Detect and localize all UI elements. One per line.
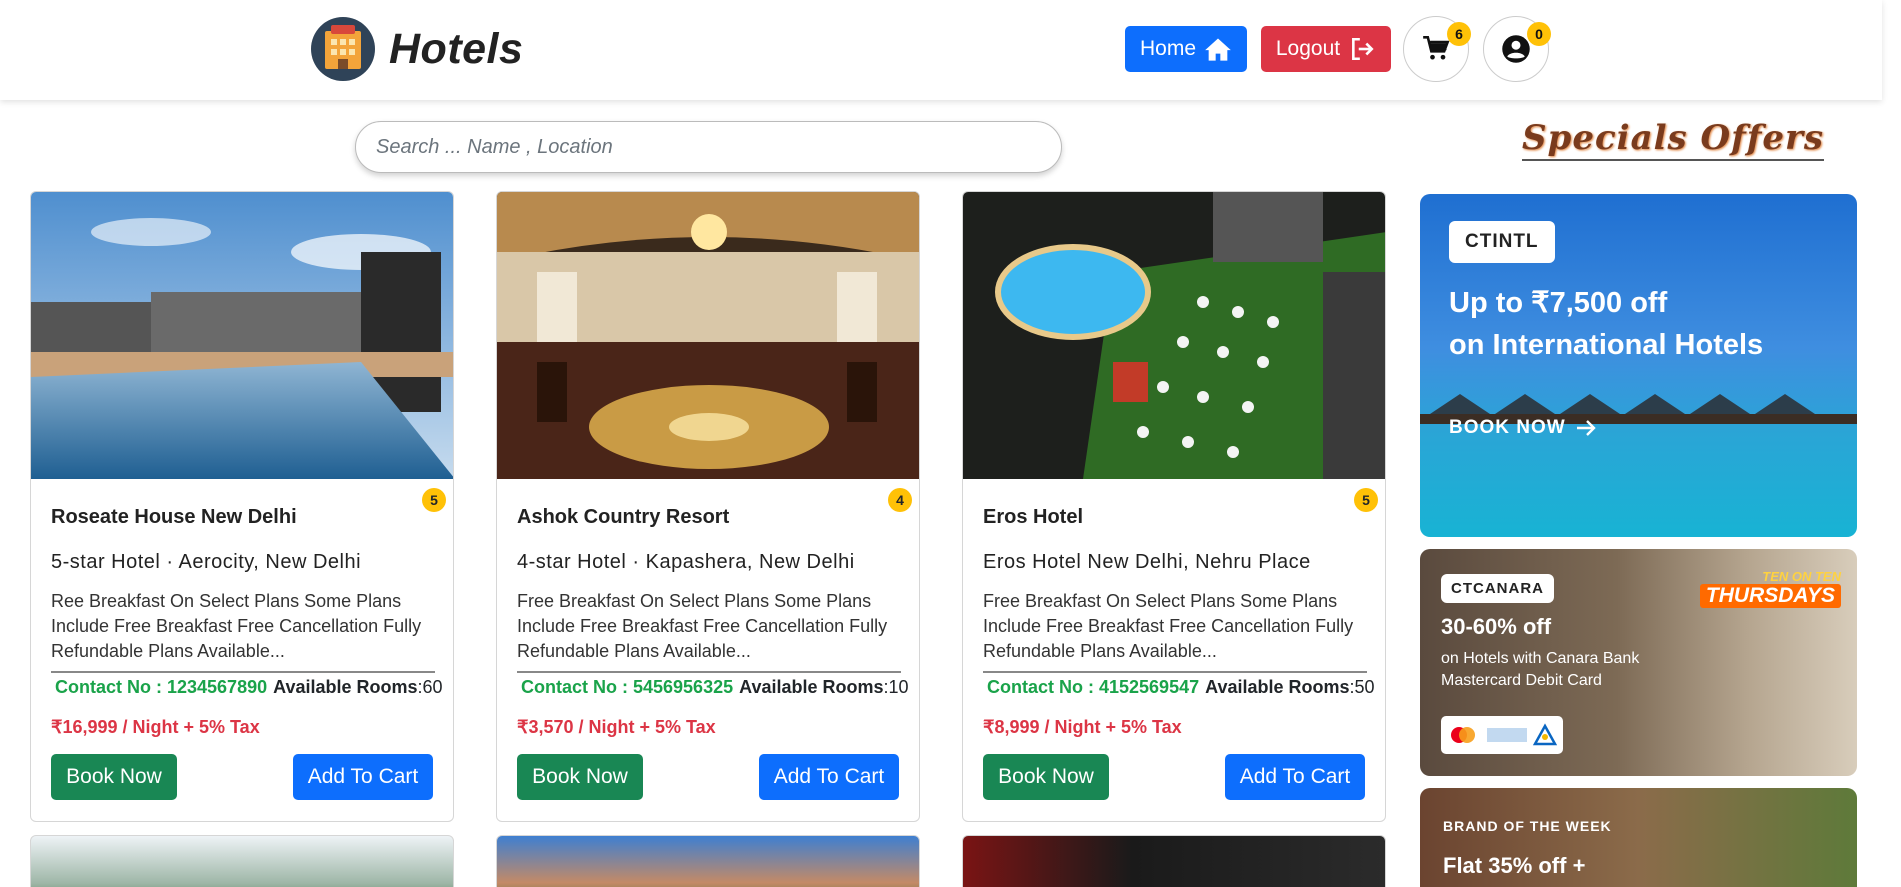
logout-button-label: Logout: [1275, 37, 1341, 60]
add-to-cart-button[interactable]: Add To Cart: [759, 754, 899, 800]
navbar: Hotels Home Logout 6 0: [0, 0, 1882, 100]
rooms-value: :60: [417, 677, 443, 697]
hotel-card-partial[interactable]: [30, 835, 454, 887]
offer-subline: on International Hotels: [1449, 329, 1764, 361]
rooms-label: Available Rooms: [739, 677, 884, 697]
hotel-subtitle: 4-star Hotel · Kapashera, New Delhi: [517, 551, 855, 573]
offer-subline-1: on Hotels with Canara Bank: [1441, 650, 1640, 667]
offer-banner-international[interactable]: CTINTL Up to ₹7,500 off on International…: [1420, 194, 1857, 537]
brand[interactable]: Hotels: [311, 17, 523, 81]
offer-code-tag: CTINTL: [1449, 221, 1555, 263]
contact-number: Contact No : 1234567890: [55, 677, 268, 697]
hotel-building-icon: [311, 17, 375, 81]
offer-banner-canara[interactable]: CTCANARA TEN ON TEN THURSDAYS 30-60% off…: [1420, 549, 1857, 776]
offer-banner-brand-week[interactable]: BRAND OF THE WEEK Flat 35% off +: [1420, 788, 1857, 887]
brand-name: Hotels: [389, 24, 524, 73]
specials-offers-heading: Specials Offers: [1522, 118, 1825, 161]
offer-headline: Flat 35% off +: [1443, 853, 1586, 878]
home-icon: [1205, 38, 1231, 61]
hotel-description: Free Breakfast On Select Plans Some Plan…: [517, 591, 888, 661]
cart-icon: [1423, 36, 1450, 60]
offer-eyebrow: BRAND OF THE WEEK: [1443, 818, 1612, 834]
hotel-card: 4 Ashok Country Resort 4-star Hotel · Ka…: [496, 191, 920, 822]
hotel-price: ₹16,999 / Night + 5% Tax: [51, 717, 260, 737]
bank-logos-strip: [1441, 716, 1563, 754]
offer-subline-2: Mastercard Debit Card: [1441, 672, 1602, 689]
cart-button[interactable]: 6: [1403, 16, 1471, 82]
rating-badge: 5: [422, 488, 446, 512]
hotel-description: Free Breakfast On Select Plans Some Plan…: [983, 591, 1354, 661]
hotel-image: [31, 192, 453, 479]
hotel-name: Eros Hotel: [983, 506, 1084, 528]
hotel-card-partial[interactable]: [962, 835, 1386, 887]
user-account-icon: [1502, 35, 1530, 63]
contact-number: Contact No : 4152569547: [987, 677, 1200, 697]
mastercard-icon: [1451, 727, 1475, 743]
arrow-right-icon: [1576, 420, 1596, 436]
add-to-cart-button[interactable]: Add To Cart: [293, 754, 433, 800]
hotel-info-row: Contact No : 1234567890 Available Rooms:6…: [51, 671, 443, 698]
hotel-card-partial[interactable]: [496, 835, 920, 887]
search-input[interactable]: [355, 121, 1062, 173]
book-now-link[interactable]: BOOK NOW: [1449, 417, 1596, 439]
hotel-name: Roseate House New Delhi: [51, 506, 297, 528]
book-now-button[interactable]: Book Now: [983, 754, 1109, 800]
logout-icon: [1352, 37, 1374, 61]
rooms-label: Available Rooms: [273, 677, 418, 697]
hotel-card: 5 Roseate House New Delhi 5-star Hotel ·…: [30, 191, 454, 822]
hotel-price: ₹8,999 / Night + 5% Tax: [983, 717, 1182, 737]
rooms-value: :10: [883, 677, 909, 697]
hotel-price: ₹3,570 / Night + 5% Tax: [517, 717, 716, 737]
badge-top-text: TEN ON TEN: [1762, 569, 1841, 584]
rating-badge: 4: [888, 488, 912, 512]
offer-headline: 30-60% off: [1441, 614, 1552, 639]
book-now-button[interactable]: Book Now: [517, 754, 643, 800]
user-count-badge: 0: [1527, 22, 1551, 46]
rooms-label: Available Rooms: [1205, 677, 1350, 697]
offer-headline: Up to ₹7,500 off: [1449, 287, 1668, 319]
offer-code-tag: CTCANARA: [1441, 574, 1554, 603]
cart-count-badge: 6: [1447, 22, 1471, 46]
rooms-value: :50: [1349, 677, 1375, 697]
hotel-card: 5 Eros Hotel Eros Hotel New Delhi, Nehru…: [962, 191, 1386, 822]
hotel-image: [963, 192, 1385, 479]
badge-main-text: THURSDAYS: [1699, 584, 1841, 608]
home-button-label: Home: [1139, 37, 1197, 60]
rating-badge: 5: [1354, 488, 1378, 512]
book-now-button[interactable]: Book Now: [51, 754, 177, 800]
book-now-link-label: BOOK NOW: [1449, 417, 1566, 438]
hotel-subtitle: 5-star Hotel · Aerocity, New Delhi: [51, 551, 362, 573]
user-button[interactable]: 0: [1483, 16, 1551, 82]
hotel-name: Ashok Country Resort: [517, 506, 730, 528]
add-to-cart-button[interactable]: Add To Cart: [1225, 754, 1365, 800]
hotel-subtitle: Eros Hotel New Delhi, Nehru Place: [983, 551, 1311, 573]
canara-bank-logo-icon: [1487, 723, 1557, 746]
hotel-info-row: Contact No : 4152569547 Available Rooms:5…: [983, 671, 1375, 698]
hotel-info-row: Contact No : 5456956325 Available Rooms:1…: [517, 671, 909, 698]
logout-button[interactable]: Logout: [1261, 26, 1391, 72]
hotel-image: [497, 192, 919, 479]
contact-number: Contact No : 5456956325: [521, 677, 734, 697]
hotel-description: Ree Breakfast On Select Plans Some Plans…: [51, 591, 422, 661]
home-button[interactable]: Home: [1125, 26, 1247, 72]
